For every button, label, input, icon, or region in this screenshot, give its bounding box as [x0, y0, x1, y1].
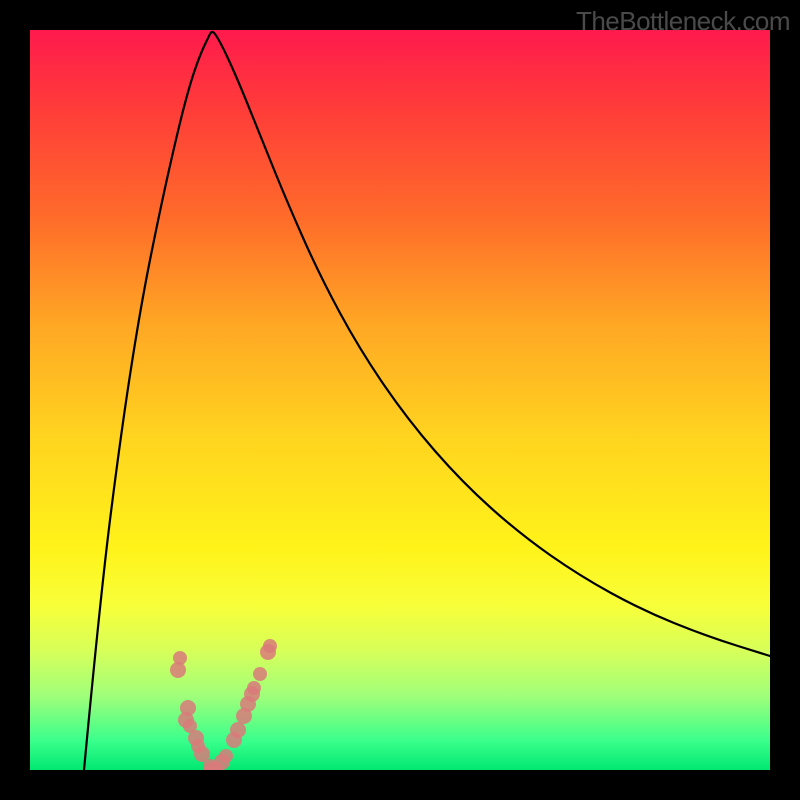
bottleneck-curve-svg [30, 30, 770, 770]
data-point [180, 700, 196, 716]
data-point [219, 749, 233, 763]
data-point [253, 667, 267, 681]
data-point [247, 681, 261, 695]
data-point [230, 722, 246, 738]
plot-area [30, 30, 770, 770]
data-point-markers [170, 639, 277, 770]
bottleneck-curve-path [84, 32, 770, 770]
data-point [263, 639, 277, 653]
data-point [173, 651, 187, 665]
watermark-text: TheBottleneck.com [576, 6, 790, 37]
chart-frame: TheBottleneck.com [0, 0, 800, 800]
